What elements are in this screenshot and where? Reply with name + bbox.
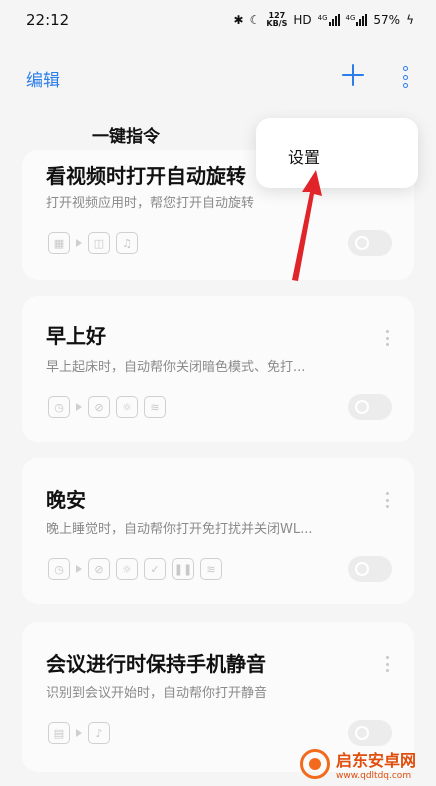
card-toggle[interactable] bbox=[348, 556, 392, 582]
card-desc: 打开视频应用时，帮您打开自动旋转 bbox=[46, 196, 255, 211]
charging-icon: ϟ bbox=[406, 13, 414, 27]
check-icon: ✓ bbox=[144, 558, 166, 580]
watermark-name: 启东安卓网 bbox=[336, 751, 417, 770]
arrow-icon bbox=[76, 729, 82, 737]
apps-icon: ▦ bbox=[48, 232, 70, 254]
card-more-icon[interactable] bbox=[386, 492, 390, 508]
arrow-icon bbox=[76, 565, 82, 573]
card-title: 看视频时打开自动旋转 bbox=[46, 164, 246, 188]
clock-icon: ◷ bbox=[48, 558, 70, 580]
signal-icon-1: 4G bbox=[318, 14, 340, 26]
music-icon: ♫ bbox=[116, 232, 138, 254]
section-title: 一键指令 bbox=[92, 127, 160, 147]
bell-icon: ♪ bbox=[88, 722, 110, 744]
calendar-icon: ▤ bbox=[48, 722, 70, 744]
brightness-icon: ☼ bbox=[116, 396, 138, 418]
header: 编辑 bbox=[0, 56, 436, 100]
card-title: 会议进行时保持手机静音 bbox=[46, 652, 266, 676]
card-desc: 晚上睡觉时，自动帮你打开免打扰并关闭WL... bbox=[46, 522, 313, 537]
annotation-arrow-icon bbox=[292, 170, 322, 281]
card-icons: ◷ ⊘ ☼ ✓ ❚❚ ≋ bbox=[48, 558, 222, 580]
clock-icon: ◷ bbox=[48, 396, 70, 418]
card-title: 晚安 bbox=[46, 488, 86, 512]
brightness-icon: ☼ bbox=[116, 558, 138, 580]
battery-level: 57% bbox=[373, 13, 401, 27]
card-toggle[interactable] bbox=[348, 230, 392, 256]
shortcut-card-morning[interactable]: 早上好 早上起床时，自动帮你关闭暗色模式、免打... ◷ ⊘ ☼ ≋ bbox=[22, 296, 414, 442]
rotate-icon: ◫ bbox=[88, 232, 110, 254]
status-icons: ✱ ☾ 127 KB/S HD 4G 4G 57% ϟ bbox=[234, 12, 414, 28]
status-time: 22:12 bbox=[26, 11, 70, 29]
card-desc: 识别到会议开始时，自动帮你打开静音 bbox=[46, 686, 268, 701]
add-icon[interactable] bbox=[340, 62, 366, 88]
card-more-icon[interactable] bbox=[386, 330, 390, 346]
card-icons: ◷ ⊘ ☼ ≋ bbox=[48, 396, 166, 418]
moon-icon: ☾ bbox=[249, 13, 261, 27]
card-icons: ▤ ♪ bbox=[48, 722, 110, 744]
watermark-url: www.qdltdq.com bbox=[336, 771, 412, 781]
signal-icon-2: 4G bbox=[346, 14, 368, 26]
do-not-disturb-icon: ⊘ bbox=[88, 396, 110, 418]
wifi-icon: ≋ bbox=[144, 396, 166, 418]
edit-button[interactable]: 编辑 bbox=[26, 66, 60, 91]
options-popup-menu: 设置 bbox=[256, 118, 418, 188]
watermark: 启东安卓网 www.qdltdq.com bbox=[300, 742, 436, 786]
card-more-icon[interactable] bbox=[386, 656, 390, 672]
do-not-disturb-icon: ⊘ bbox=[88, 558, 110, 580]
card-icons: ▦ ◫ ♫ bbox=[48, 232, 138, 254]
watermark-logo-icon bbox=[300, 749, 330, 779]
card-desc: 早上起床时，自动帮你关闭暗色模式、免打... bbox=[46, 360, 306, 375]
wifi-icon: ≋ bbox=[200, 558, 222, 580]
more-options-icon[interactable] bbox=[400, 66, 410, 88]
pause-icon: ❚❚ bbox=[172, 558, 194, 580]
hd-icon: HD bbox=[293, 13, 312, 27]
network-speed: 127 KB/S bbox=[266, 11, 288, 28]
card-title: 早上好 bbox=[46, 324, 106, 348]
bluetooth-icon: ✱ bbox=[233, 13, 244, 27]
card-toggle[interactable] bbox=[348, 394, 392, 420]
arrow-icon bbox=[76, 403, 82, 411]
shortcut-card-night[interactable]: 晚安 晚上睡觉时，自动帮你打开免打扰并关闭WL... ◷ ⊘ ☼ ✓ ❚❚ ≋ bbox=[22, 458, 414, 604]
status-bar: 22:12 ✱ ☾ 127 KB/S HD 4G 4G 57% ϟ bbox=[0, 0, 436, 40]
arrow-icon bbox=[76, 239, 82, 247]
menu-item-settings[interactable]: 设置 bbox=[288, 144, 320, 168]
